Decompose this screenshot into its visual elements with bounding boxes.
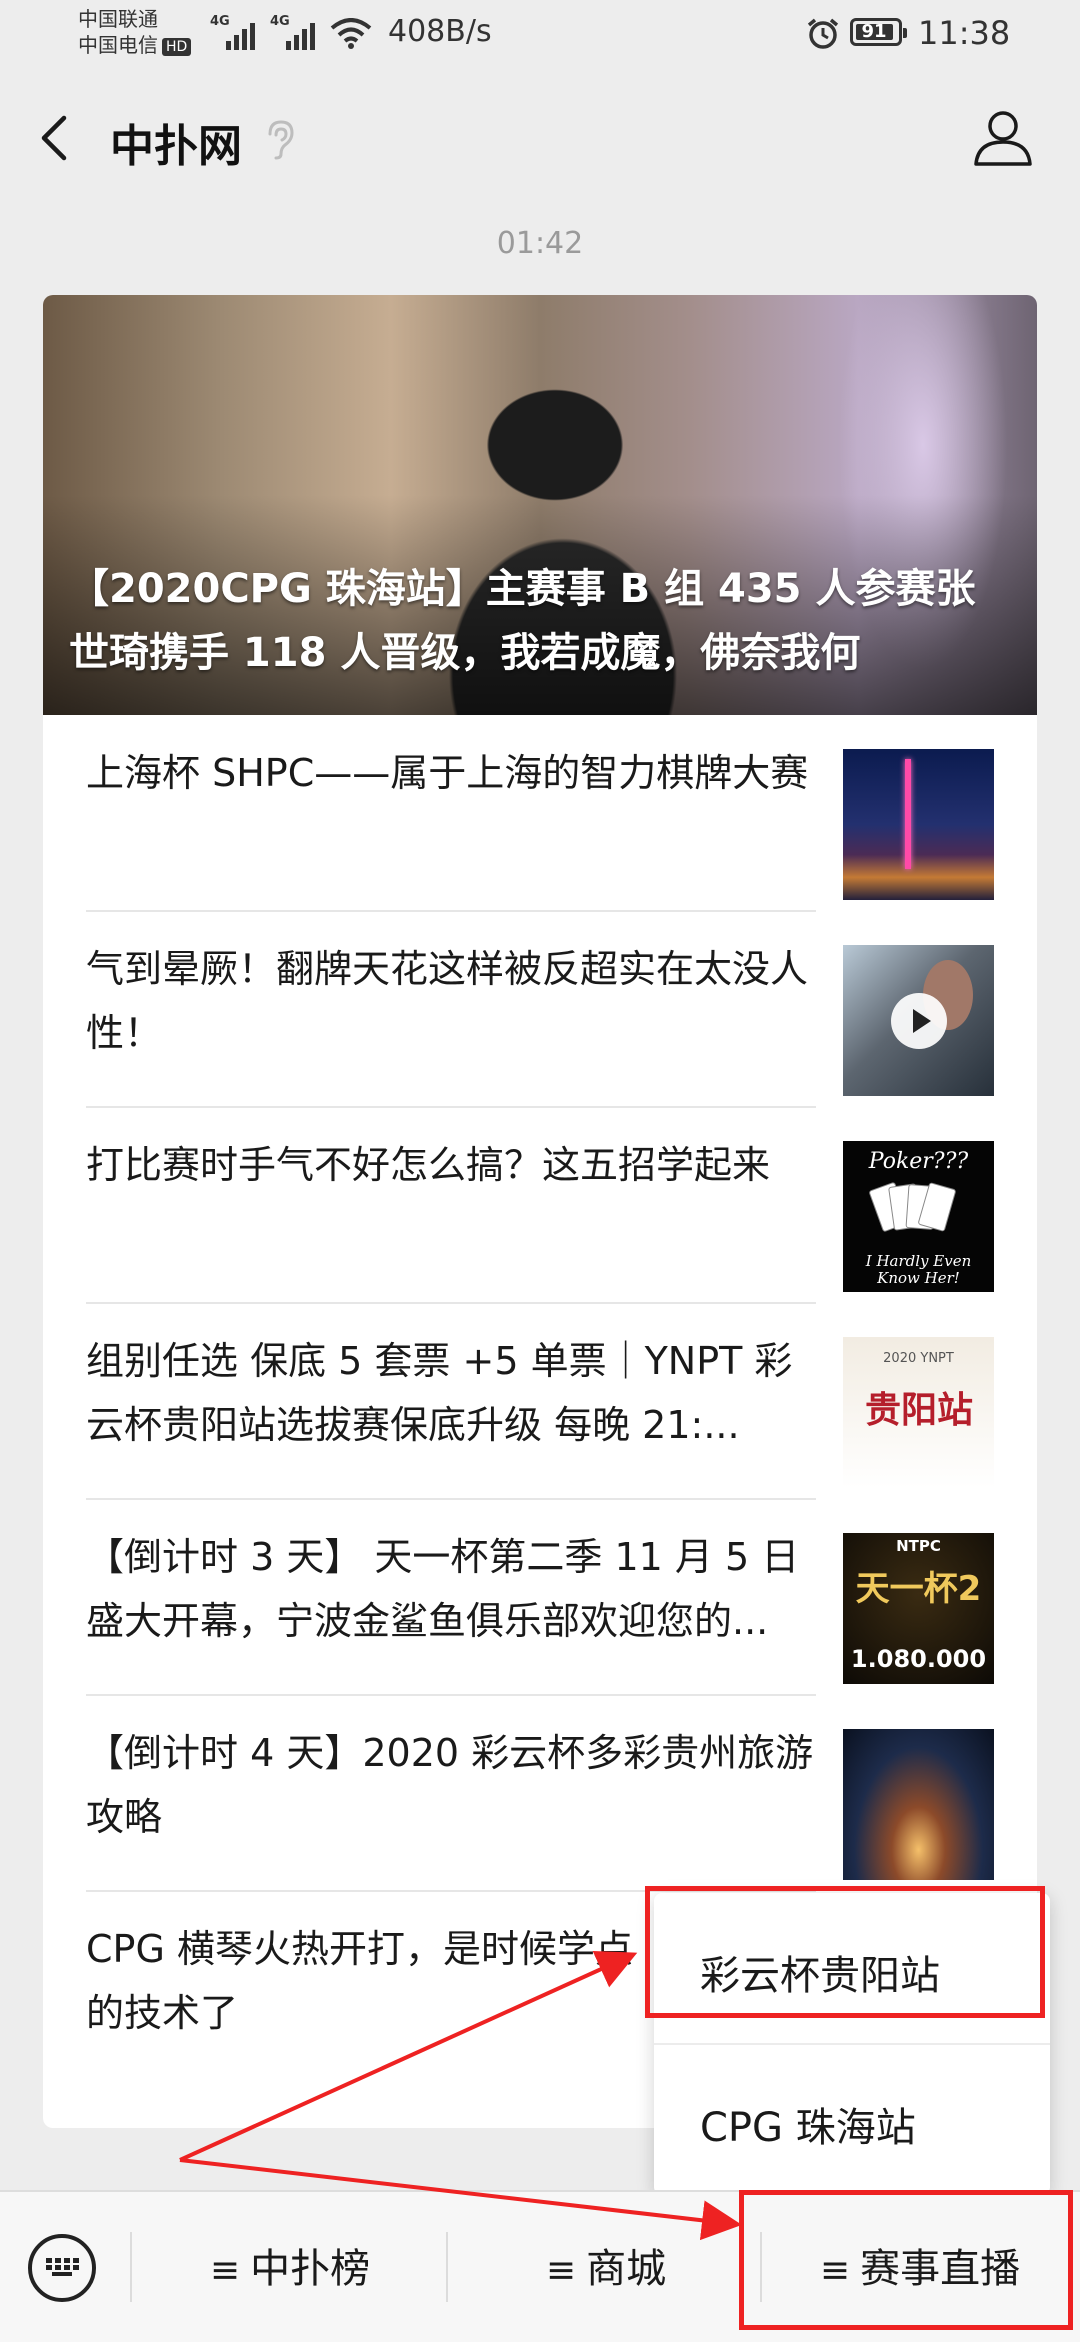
- article-card: 【2020CPG 珠海站】主赛事 B 组 435 人参赛张世琦携手 118 人晋…: [43, 295, 1037, 2128]
- back-arrow-icon[interactable]: [26, 106, 86, 166]
- net-speed: 408B/s: [388, 14, 492, 49]
- article-thumbnail: 2020 YNPT 贵阳站: [843, 1337, 994, 1488]
- nav-bar: 中扑网: [0, 72, 1080, 202]
- page-title: 中扑网: [110, 121, 242, 172]
- article-thumbnail: Poker??? I Hardly Even Know Her!: [843, 1141, 994, 1292]
- menu-lines-icon: ≡: [209, 2250, 241, 2291]
- status-bar: 中国联通 中国电信 HD 4G 4G 408B/s 91 11:38: [78, 6, 1011, 58]
- article-thumbnail: [843, 1729, 994, 1880]
- status-time: 11:38: [918, 14, 1011, 52]
- article-title: 气到晕厥！翻牌天花这样被反超实在太没人性！: [86, 947, 809, 1055]
- article-item[interactable]: 上海杯 SHPC——属于上海的智力棋牌大赛: [86, 715, 994, 912]
- hero-title: 【2020CPG 珠海站】主赛事 B 组 435 人参赛张世琦携手 118 人晋…: [69, 566, 976, 676]
- carrier-info: 中国联通 中国电信 HD: [78, 6, 192, 58]
- article-title: 组别任选 保底 5 套票 +5 单票｜YNPT 彩云杯贵阳站选拔赛保底升级 每晚…: [86, 1339, 793, 1447]
- article-thumbnail: [843, 749, 994, 900]
- article-title: 打比赛时手气不好怎么搞？这五招学起来: [86, 1143, 771, 1187]
- alarm-icon: [807, 18, 839, 49]
- keyboard-icon[interactable]: [28, 2234, 96, 2302]
- person-icon[interactable]: [972, 106, 1034, 168]
- play-icon: [891, 993, 947, 1049]
- battery-level: 91: [861, 21, 887, 42]
- submenu-popup: 彩云杯贵阳站 CPG 珠海站: [654, 1893, 1050, 2195]
- message-timestamp: 01:42: [496, 226, 584, 261]
- wifi-icon: [330, 18, 372, 49]
- menu-item-saishi-zhibo[interactable]: ≡ 赛事直播: [770, 2224, 1070, 2314]
- carrier-2: 中国电信: [78, 33, 158, 57]
- submenu-item-cpg-zhuhai[interactable]: CPG 珠海站: [654, 2045, 1050, 2195]
- article-item[interactable]: 气到晕厥！翻牌天花这样被反超实在太没人性！: [86, 911, 994, 1108]
- article-title: 上海杯 SHPC——属于上海的智力棋牌大赛: [86, 751, 809, 795]
- article-thumbnail: NTPC 天一杯2 1.080.000: [843, 1533, 994, 1684]
- article-title: 【倒计时 3 天】 天一杯第二季 11 月 5 日盛大开幕，宁波金鲨鱼俱乐部欢迎…: [86, 1535, 800, 1643]
- article-item[interactable]: 打比赛时手气不好怎么搞？这五招学起来 Poker??? I Hardly Eve…: [86, 1107, 994, 1304]
- article-item[interactable]: 组别任选 保底 5 套票 +5 单票｜YNPT 彩云杯贵阳站选拔赛保底升级 每晚…: [86, 1303, 994, 1500]
- ear-icon[interactable]: [262, 118, 296, 160]
- cards-icon: [868, 1181, 965, 1245]
- battery-icon: 91: [850, 18, 907, 46]
- carrier-1: 中国联通: [78, 7, 158, 31]
- menu-item-shangcheng[interactable]: ≡ 商城: [456, 2224, 756, 2314]
- menu-item-zhongpubang[interactable]: ≡ 中扑榜: [140, 2224, 440, 2314]
- article-item[interactable]: 【倒计时 3 天】 天一杯第二季 11 月 5 日盛大开幕，宁波金鲨鱼俱乐部欢迎…: [86, 1499, 994, 1696]
- article-item[interactable]: 【倒计时 4 天】2020 彩云杯多彩贵州旅游攻略: [86, 1695, 994, 1892]
- submenu-item-caiyun-guiyang[interactable]: 彩云杯贵阳站: [654, 1893, 1050, 2043]
- menu-lines-icon: ≡: [545, 2250, 577, 2291]
- menu-lines-icon: ≡: [819, 2250, 851, 2291]
- hd-badge: HD: [162, 37, 192, 56]
- hero-article[interactable]: 【2020CPG 珠海站】主赛事 B 组 435 人参赛张世琦携手 118 人晋…: [43, 295, 1037, 715]
- bottom-menu-bar: ≡ 中扑榜 ≡ 商城 ≡ 赛事直播: [0, 2190, 1080, 2342]
- article-title: 【倒计时 4 天】2020 彩云杯多彩贵州旅游攻略: [86, 1731, 814, 1839]
- article-thumbnail: [843, 945, 994, 1096]
